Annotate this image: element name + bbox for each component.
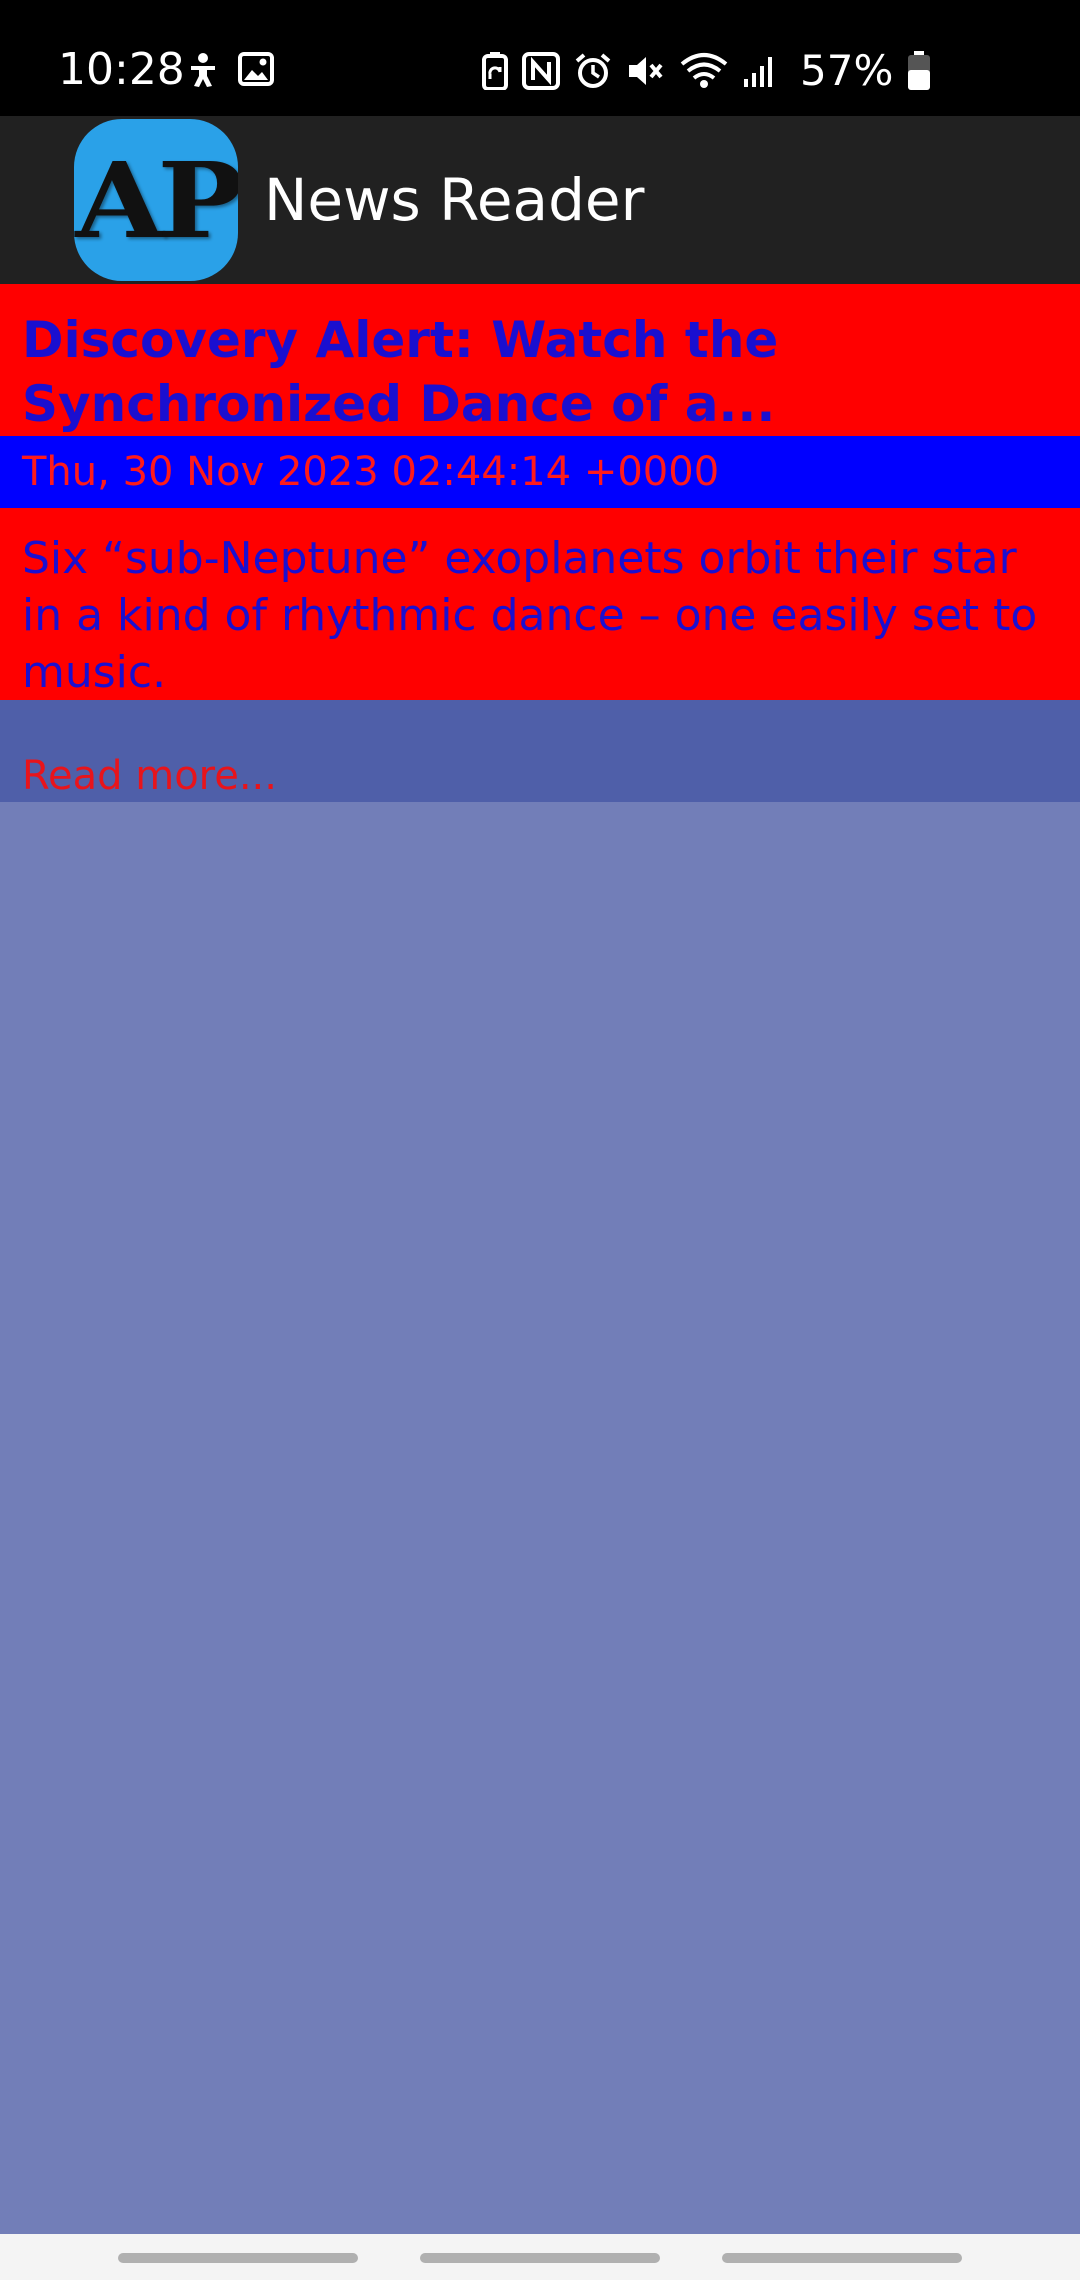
nav-home-handle[interactable]: [420, 2253, 660, 2263]
app-title: News Reader: [264, 166, 645, 234]
app-logo: AP: [74, 119, 238, 281]
wifi-icon: [680, 52, 728, 90]
mute-icon: [626, 52, 666, 90]
app-bar: AP News Reader: [0, 116, 1080, 284]
status-right-icons: 57%: [482, 46, 931, 96]
app-logo-text: AP: [75, 138, 238, 262]
accessibility-icon: [186, 52, 220, 88]
status-time: 10:28: [58, 44, 185, 95]
nav-recents-handle[interactable]: [118, 2253, 358, 2263]
status-left-icons: [186, 52, 274, 88]
navigation-bar: [0, 2234, 1080, 2280]
status-bar: 10:28 57%: [0, 0, 1080, 116]
article-title[interactable]: Discovery Alert: Watch the Synchronized …: [0, 284, 1080, 436]
nfc-icon: [522, 52, 560, 90]
article-description: Six “sub-Neptune” exoplanets orbit their…: [0, 508, 1080, 700]
alarm-icon: [574, 52, 612, 90]
nav-back-handle[interactable]: [722, 2253, 962, 2263]
read-more-row: Read more...: [0, 700, 1080, 802]
battery-icon: [907, 51, 931, 91]
image-icon: [238, 52, 274, 88]
signal-icon: [742, 53, 778, 89]
read-more-link[interactable]: Read more...: [22, 753, 277, 799]
news-article-card[interactable]: Discovery Alert: Watch the Synchronized …: [0, 284, 1080, 802]
article-date: Thu, 30 Nov 2023 02:44:14 +0000: [0, 436, 1080, 508]
battery-saver-icon: [482, 52, 508, 90]
battery-percent: 57%: [800, 46, 894, 95]
